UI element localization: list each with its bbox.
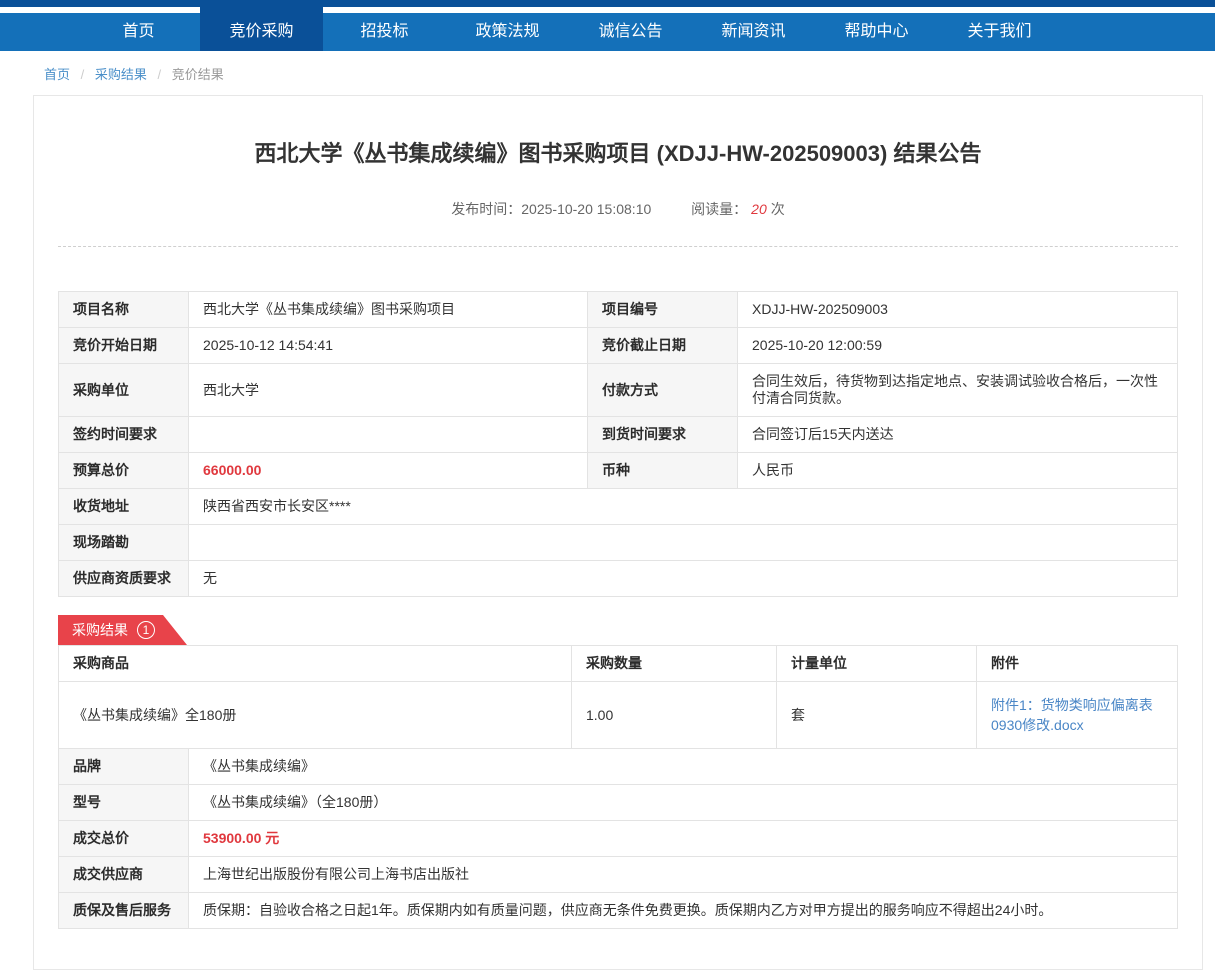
table-row: 项目名称 西北大学《丛书集成续编》图书采购项目 项目编号 XDJJ-HW-202… <box>59 292 1178 328</box>
attachment-link[interactable]: 附件1：货物类响应偏离表0930修改.docx <box>991 695 1163 735</box>
cell-attachment: 附件1：货物类响应偏离表0930修改.docx <box>977 682 1178 749</box>
award-detail-table: 品牌 《丛书集成续编》 型号 《丛书集成续编》（全180册） 成交总价 5390… <box>58 748 1178 929</box>
purchase-items-table: 采购商品 采购数量 计量单位 附件 《丛书集成续编》全180册 1.00 套 附… <box>58 645 1178 749</box>
field-label: 项目名称 <box>59 292 189 328</box>
breadcrumb-separator: / <box>81 67 85 82</box>
field-label: 供应商资质要求 <box>59 561 189 597</box>
project-info-table: 项目名称 西北大学《丛书集成续编》图书采购项目 项目编号 XDJJ-HW-202… <box>58 291 1178 597</box>
field-value-delivery-address: 陕西省西安市长安区**** <box>189 489 1178 525</box>
field-label: 预算总价 <box>59 453 189 489</box>
field-label: 竞价截止日期 <box>588 328 738 364</box>
breadcrumb-home-link[interactable]: 首页 <box>44 67 70 82</box>
field-value-bid-start-date: 2025-10-12 14:54:41 <box>189 328 588 364</box>
field-value-awarded-supplier: 上海世纪出版股份有限公司上海书店出版社 <box>189 857 1178 893</box>
column-header-product: 采购商品 <box>59 646 572 682</box>
announcement-card: 西北大学《丛书集成续编》图书采购项目 (XDJJ-HW-202509003) 结… <box>33 95 1203 970</box>
nav-item-about-us[interactable]: 关于我们 <box>938 13 1061 51</box>
column-header-unit: 计量单位 <box>777 646 977 682</box>
field-label: 成交总价 <box>59 821 189 857</box>
field-label: 型号 <box>59 785 189 821</box>
table-row: 品牌 《丛书集成续编》 <box>59 749 1178 785</box>
table-row: 《丛书集成续编》全180册 1.00 套 附件1：货物类响应偏离表0930修改.… <box>59 682 1178 749</box>
view-count: 阅读量：20次 <box>691 201 785 217</box>
table-header-row: 采购商品 采购数量 计量单位 附件 <box>59 646 1178 682</box>
result-badge-label: 采购结果 <box>72 620 128 640</box>
field-label: 质保及售后服务 <box>59 893 189 929</box>
field-label: 成交供应商 <box>59 857 189 893</box>
view-count-unit: 次 <box>771 201 785 217</box>
field-label: 采购单位 <box>59 364 189 417</box>
breadcrumb-purchase-results-link[interactable]: 采购结果 <box>95 67 147 82</box>
field-value-bid-end-date: 2025-10-20 12:00:59 <box>738 328 1178 364</box>
field-label: 现场踏勘 <box>59 525 189 561</box>
header-accent-strip <box>0 0 1215 7</box>
field-label: 到货时间要求 <box>588 417 738 453</box>
table-row: 预算总价 66000.00 币种 人民币 <box>59 453 1178 489</box>
nav-item-integrity-notices[interactable]: 诚信公告 <box>569 13 692 51</box>
table-row: 竞价开始日期 2025-10-12 14:54:41 竞价截止日期 2025-1… <box>59 328 1178 364</box>
field-value-purchaser: 西北大学 <box>189 364 588 417</box>
field-value-signing-time <box>189 417 588 453</box>
table-row: 签约时间要求 到货时间要求 合同签订后15天内送达 <box>59 417 1178 453</box>
cell-product-name: 《丛书集成续编》全180册 <box>59 682 572 749</box>
site-header: 首页 竞价采购 招投标 政策法规 诚信公告 新闻资讯 帮助中心 关于我们 <box>0 0 1215 51</box>
view-count-value: 20 <box>751 201 767 217</box>
field-value-project-number: XDJJ-HW-202509003 <box>738 292 1178 328</box>
field-value-brand: 《丛书集成续编》 <box>189 749 1178 785</box>
field-label: 竞价开始日期 <box>59 328 189 364</box>
breadcrumb-current: 竞价结果 <box>172 67 224 82</box>
cell-quantity: 1.00 <box>572 682 777 749</box>
page-title: 西北大学《丛书集成续编》图书采购项目 (XDJJ-HW-202509003) 结… <box>58 136 1178 168</box>
publish-info: 发布时间：2025-10-20 15:08:10 阅读量：20次 <box>58 199 1178 219</box>
field-value-model: 《丛书集成续编》（全180册） <box>189 785 1178 821</box>
field-label: 币种 <box>588 453 738 489</box>
field-label: 项目编号 <box>588 292 738 328</box>
table-row: 现场踏勘 <box>59 525 1178 561</box>
nav-item-policies[interactable]: 政策法规 <box>446 13 569 51</box>
field-value-delivery-time: 合同签订后15天内送达 <box>738 417 1178 453</box>
nav-item-tenders[interactable]: 招投标 <box>323 13 446 51</box>
divider <box>58 246 1178 247</box>
publish-time: 发布时间：2025-10-20 15:08:10 <box>451 201 651 217</box>
nav-item-news[interactable]: 新闻资讯 <box>692 13 815 51</box>
field-value-site-survey <box>189 525 1178 561</box>
publish-time-value: 2025-10-20 15:08:10 <box>521 201 651 217</box>
table-row: 成交供应商 上海世纪出版股份有限公司上海书店出版社 <box>59 857 1178 893</box>
field-label: 签约时间要求 <box>59 417 189 453</box>
field-value-project-name: 西北大学《丛书集成续编》图书采购项目 <box>189 292 588 328</box>
table-row: 质保及售后服务 质保期：自验收合格之日起1年。质保期内如有质量问题，供应商无条件… <box>59 893 1178 929</box>
nav-item-bidding-purchase[interactable]: 竞价采购 <box>200 13 323 51</box>
field-label: 品牌 <box>59 749 189 785</box>
table-row: 供应商资质要求 无 <box>59 561 1178 597</box>
field-value-warranty-service: 质保期：自验收合格之日起1年。质保期内如有质量问题，供应商无条件免费更换。质保期… <box>189 893 1178 929</box>
result-badge-count: 1 <box>137 621 155 639</box>
view-count-label: 阅读量： <box>691 201 747 217</box>
nav-item-home[interactable]: 首页 <box>77 13 200 51</box>
field-value-payment-method: 合同生效后，待货物到达指定地点、安装调试验收合格后，一次性付清合同货款。 <box>738 364 1178 417</box>
result-badge: 采购结果 1 <box>58 615 187 645</box>
breadcrumb: 首页 / 采购结果 / 竞价结果 <box>0 51 1215 95</box>
nav-item-help-center[interactable]: 帮助中心 <box>815 13 938 51</box>
breadcrumb-separator: / <box>158 67 162 82</box>
publish-time-label: 发布时间： <box>451 201 521 217</box>
field-label: 付款方式 <box>588 364 738 417</box>
column-header-attachment: 附件 <box>977 646 1178 682</box>
table-row: 成交总价 53900.00 元 <box>59 821 1178 857</box>
field-value-supplier-qualification: 无 <box>189 561 1178 597</box>
cell-unit: 套 <box>777 682 977 749</box>
column-header-quantity: 采购数量 <box>572 646 777 682</box>
table-row: 采购单位 西北大学 付款方式 合同生效后，待货物到达指定地点、安装调试验收合格后… <box>59 364 1178 417</box>
field-value-award-total-price: 53900.00 元 <box>189 821 1178 857</box>
field-value-budget-total: 66000.00 <box>189 453 588 489</box>
table-row: 收货地址 陕西省西安市长安区**** <box>59 489 1178 525</box>
field-label: 收货地址 <box>59 489 189 525</box>
main-nav: 首页 竞价采购 招投标 政策法规 诚信公告 新闻资讯 帮助中心 关于我们 <box>0 13 1215 51</box>
table-row: 型号 《丛书集成续编》（全180册） <box>59 785 1178 821</box>
field-value-currency: 人民币 <box>738 453 1178 489</box>
